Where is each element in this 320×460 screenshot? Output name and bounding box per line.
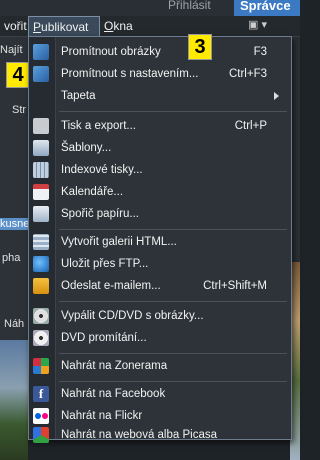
menu-item-label: Promítnout obrázky xyxy=(61,46,161,58)
menu-item-label: Nahrát na Zonerama xyxy=(61,360,168,372)
menu-item-label: Odeslat e-mailem... xyxy=(61,280,161,292)
photo-thumbnail[interactable] xyxy=(0,340,28,460)
menu-separator xyxy=(59,111,287,112)
projector-icon xyxy=(33,44,49,60)
html-gallery-icon xyxy=(33,234,49,250)
menu-item-promitnout-s-nastavenim[interactable]: Promítnout s nastavením... Ctrl+F3 xyxy=(29,63,291,85)
menu-item-label: Indexové tisky... xyxy=(61,164,143,176)
paper-saver-icon xyxy=(33,206,49,222)
index-prints-icon xyxy=(33,162,49,178)
flickr-icon xyxy=(33,408,49,424)
menu-item-tisk-a-export[interactable]: Tisk a export... Ctrl+P xyxy=(29,115,291,137)
menu-item-label: DVD promítání... xyxy=(61,332,147,344)
menu-item-ulozit-pres-ftp[interactable]: Uložit přes FTP... xyxy=(29,253,291,275)
menu-item-shortcut: Ctrl+F3 xyxy=(228,68,267,80)
menu-item-shortcut: Ctrl+Shift+M xyxy=(203,280,267,292)
find-label[interactable]: Najít xyxy=(0,44,28,56)
menu-item-label: Nahrát na Facebook xyxy=(61,388,166,400)
menubar-item-publikovat[interactable]: Publikovat xyxy=(28,16,100,36)
menu-item-nahrat-na-facebook[interactable]: f Nahrát na Facebook xyxy=(29,383,291,405)
annotation-badge-3: 3 xyxy=(188,34,212,60)
monitor-dropdown-icon[interactable]: ▣ ▾ xyxy=(248,18,276,34)
menu-item-label: Tisk a export... xyxy=(61,120,136,132)
menu-item-label: Vytvořit galerii HTML... xyxy=(61,236,177,248)
templates-icon xyxy=(33,140,49,156)
menu-item-kalendare[interactable]: Kalendáře... xyxy=(29,181,291,203)
folder-item[interactable]: pha xyxy=(2,252,30,264)
dvd-slideshow-icon xyxy=(33,330,49,346)
tab-login[interactable]: Přihlásit xyxy=(168,0,226,16)
menu-item-tapeta[interactable]: Tapeta xyxy=(29,85,291,107)
menu-item-odeslat-e-mailem[interactable]: Odeslat e-mailem... Ctrl+Shift+M xyxy=(29,275,291,297)
facebook-icon: f xyxy=(33,386,49,402)
cd-burn-icon xyxy=(33,308,49,324)
menu-separator xyxy=(59,381,287,382)
menu-item-shortcut: Ctrl+P xyxy=(234,120,267,132)
menu-bar: vořit Publikovat Okna ▣ ▾ xyxy=(0,16,300,37)
menubar-item-vytvorit[interactable]: vořit xyxy=(0,16,28,36)
menu-separator xyxy=(59,353,287,354)
menu-item-label: Spořič papíru... xyxy=(61,208,139,220)
menu-separator xyxy=(59,229,287,230)
submenu-arrow-icon xyxy=(274,92,279,100)
menu-item-label: Promítnout s nastavením... xyxy=(61,68,199,80)
menu-item-shortcut: F3 xyxy=(253,46,267,58)
annotation-badge-4: 4 xyxy=(6,62,30,88)
menu-item-label: Nahrát na Flickr xyxy=(61,410,143,422)
publikovat-rest: ublikovat xyxy=(41,20,89,34)
menu-item-label: Šablony... xyxy=(61,142,112,154)
projector-settings-icon xyxy=(33,66,49,82)
menu-separator xyxy=(59,301,287,302)
menubar-item-okna[interactable]: Okna xyxy=(100,16,136,36)
picasa-icon xyxy=(33,427,49,443)
email-envelope-icon xyxy=(33,278,49,294)
menu-item-nahrat-na-zonerama[interactable]: Nahrát na Zonerama xyxy=(29,355,291,377)
menu-item-label: Tapeta xyxy=(61,90,96,102)
menu-item-label: Kalendáře... xyxy=(61,186,124,198)
calendar-icon xyxy=(33,184,49,200)
selected-folder-item[interactable]: kusne xyxy=(0,218,28,230)
ftp-globe-icon xyxy=(33,256,49,272)
okna-rest: kna xyxy=(113,19,133,33)
menu-item-sporic-papiru[interactable]: Spořič papíru... xyxy=(29,203,291,225)
menu-item-dvd-promitani[interactable]: DVD promítání... xyxy=(29,327,291,349)
menu-item-label: Nahrát na webová alba Picasa xyxy=(61,429,217,441)
menu-item-label: Vypálit CD/DVD s obrázky... xyxy=(61,310,204,322)
menu-item-nahrat-na-picasa[interactable]: Nahrát na webová alba Picasa xyxy=(29,427,291,443)
menu-item-label: Uložit přes FTP... xyxy=(61,258,149,270)
menu-item-vypalit-cd-dvd[interactable]: Vypálit CD/DVD s obrázky... xyxy=(29,305,291,327)
menu-item-vytvorit-galerii-html[interactable]: Vytvořit galerii HTML... xyxy=(29,231,291,253)
publikovat-dropdown-menu: Promítnout obrázky F3 Promítnout s nasta… xyxy=(28,36,292,443)
printer-icon xyxy=(33,118,49,134)
menu-item-nahrat-na-flickr[interactable]: Nahrát na Flickr xyxy=(29,405,291,427)
menu-item-promitnout-obrazky[interactable]: Promítnout obrázky F3 xyxy=(29,41,291,63)
menu-item-sablony[interactable]: Šablony... xyxy=(29,137,291,159)
menu-item-indexove-tisky[interactable]: Indexové tisky... xyxy=(29,159,291,181)
tab-manager[interactable]: Správce xyxy=(234,0,300,16)
zonerama-icon xyxy=(33,358,49,374)
